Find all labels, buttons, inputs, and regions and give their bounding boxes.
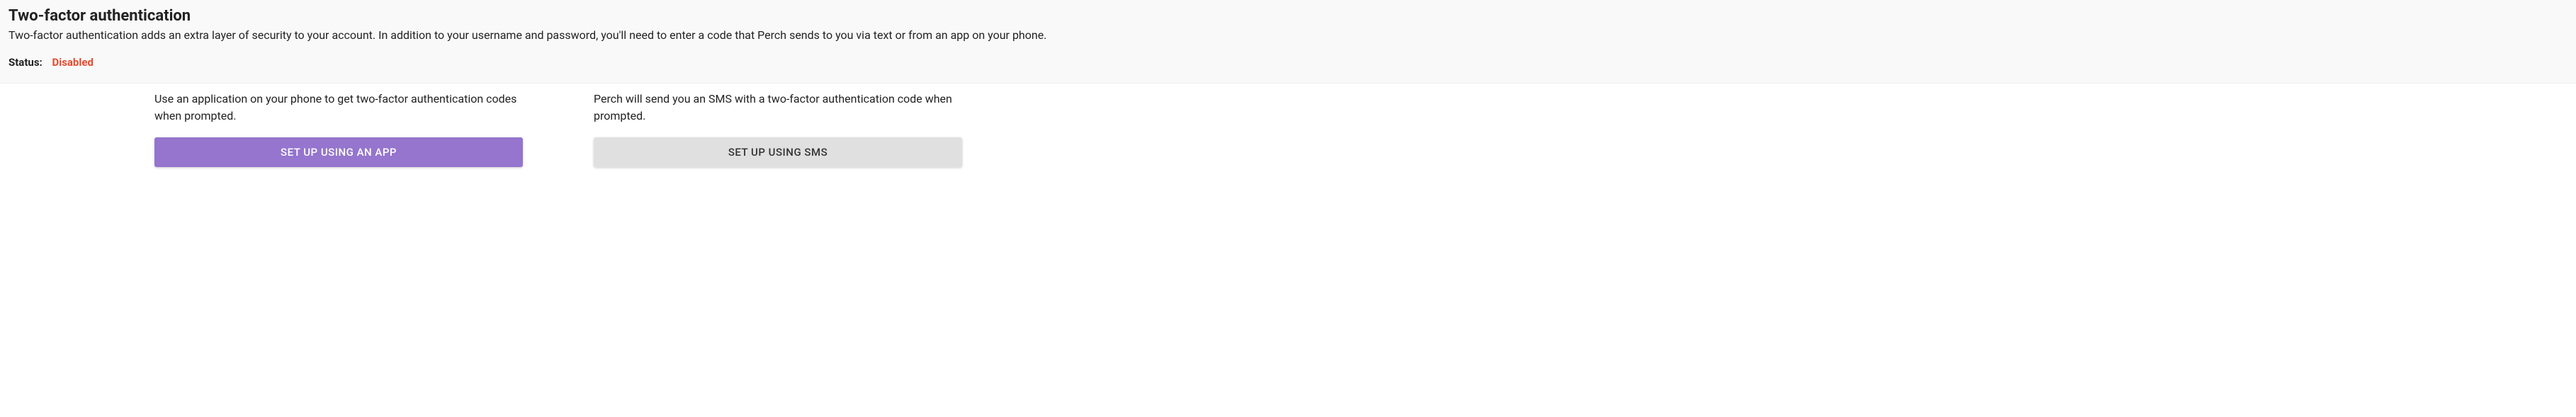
setup-app-description: Use an application on your phone to get …: [154, 91, 523, 125]
status-label: Status:: [9, 56, 43, 69]
setup-sms-description: Perch will send you an SMS with a two-fa…: [594, 91, 962, 125]
setup-sms-card: Perch will send you an SMS with a two-fa…: [594, 91, 962, 167]
setup-app-card: Use an application on your phone to get …: [154, 91, 523, 167]
status-row: Status: Disabled: [9, 56, 2567, 69]
status-value: Disabled: [52, 56, 93, 69]
setup-options-container: Use an application on your phone to get …: [154, 84, 2576, 174]
two-factor-header: Two-factor authentication Two-factor aut…: [0, 0, 2576, 84]
setup-sms-button[interactable]: Set up using SMS: [594, 137, 962, 167]
page-description: Two-factor authentication adds an extra …: [9, 28, 2567, 43]
page-title: Two-factor authentication: [9, 7, 2567, 25]
setup-app-button[interactable]: Set up using an app: [154, 137, 523, 167]
